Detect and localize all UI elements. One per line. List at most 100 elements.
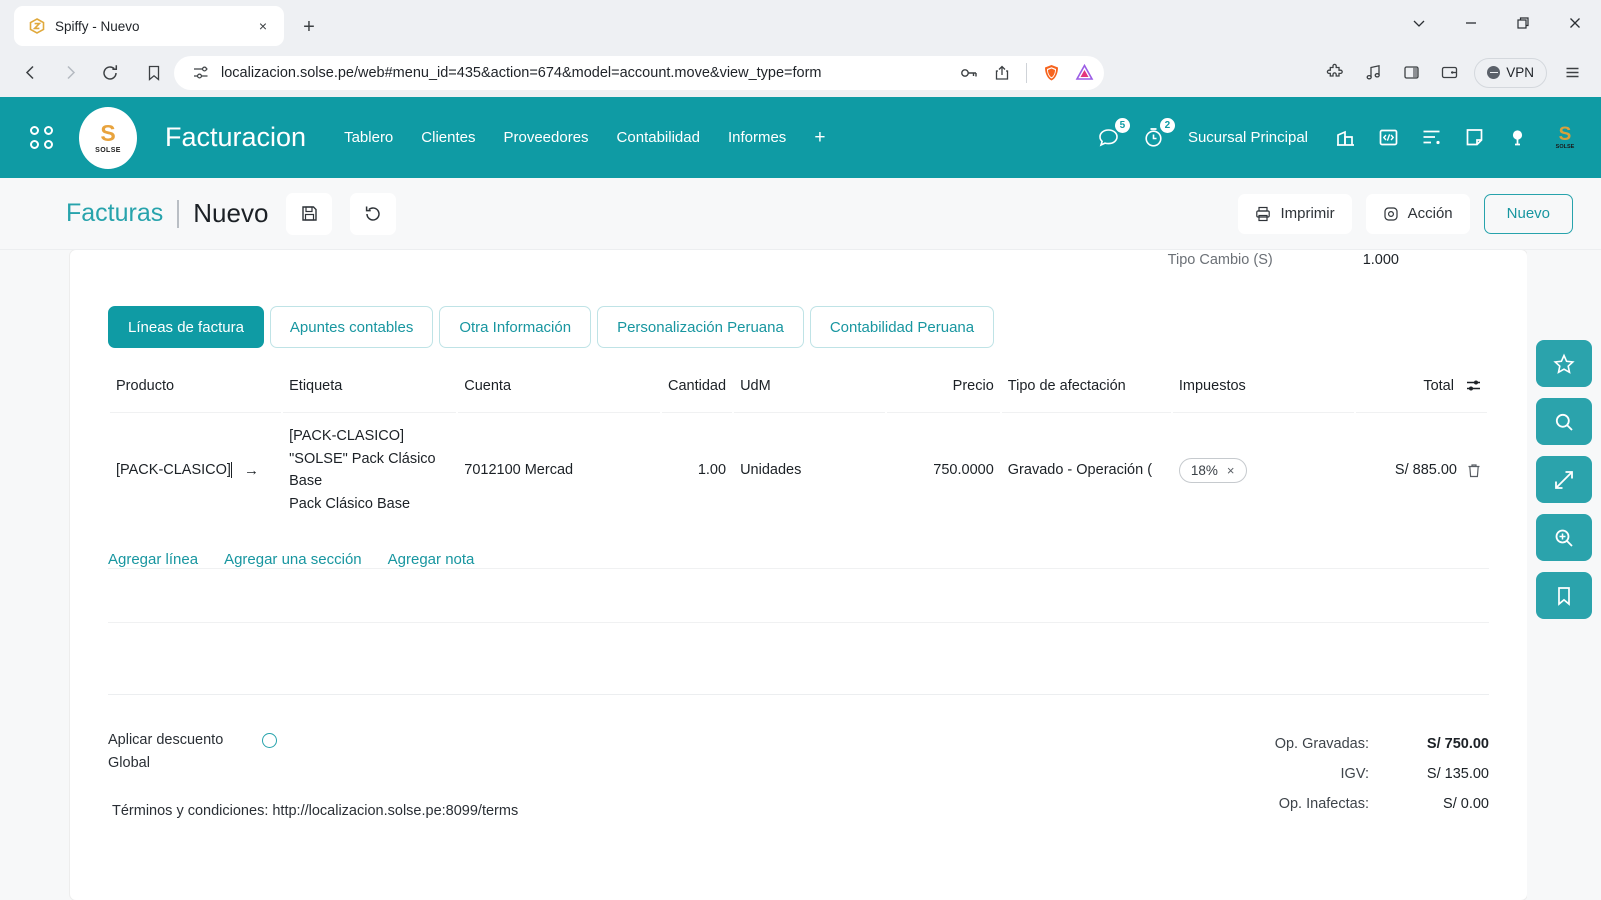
global-discount-toggle[interactable]	[262, 733, 277, 748]
cell-cuenta[interactable]: 7012100 Mercad	[458, 412, 659, 527]
search-icon[interactable]	[1536, 398, 1592, 445]
extensions-puzzle-icon[interactable]	[1318, 56, 1352, 90]
address-bar-url: localizacion.solse.pe/web#menu_id=435&ac…	[221, 65, 948, 81]
tax-tag[interactable]: 18% ×	[1179, 458, 1247, 483]
producto-value[interactable]: [PACK-CLASICO]	[116, 462, 232, 478]
tab-contabilidad-peruana[interactable]: Contabilidad Peruana	[810, 306, 994, 348]
expand-arrows-icon[interactable]	[1536, 456, 1592, 503]
save-button[interactable]	[286, 193, 332, 235]
new-tab-button[interactable]: +	[294, 12, 324, 42]
reload-icon[interactable]	[92, 55, 128, 91]
zoom-in-icon[interactable]	[1536, 514, 1592, 561]
total-row-inafectas: Op. Inafectas: S/ 0.00	[984, 789, 1489, 819]
menu-item-informes[interactable]: Informes	[728, 129, 786, 146]
add-line-button[interactable]: Agregar línea	[108, 551, 198, 568]
avatar[interactable]: S SOLSE	[1549, 121, 1581, 155]
hamburger-menu-icon[interactable]	[1555, 56, 1589, 90]
internal-link-arrow-icon[interactable]: →	[244, 462, 259, 479]
breadcrumb-parent[interactable]: Facturas	[66, 199, 163, 228]
header-tipo-afectacion[interactable]: Tipo de afectación	[1002, 378, 1171, 410]
note-icon[interactable]	[1463, 126, 1486, 149]
header-total[interactable]: Total	[1356, 378, 1487, 410]
menu-item-contabilidad[interactable]: Contabilidad	[617, 129, 700, 146]
company-selector[interactable]: Sucursal Principal	[1188, 129, 1308, 146]
add-section-button[interactable]: Agregar una sección	[224, 551, 362, 568]
sidebar-panel-icon[interactable]	[1394, 56, 1428, 90]
invoice-lines-table: Producto Etiqueta Cuenta Cantidad UdM Pr…	[108, 376, 1489, 529]
table-spacer-row-1	[108, 568, 1489, 622]
control-panel-actions: Imprimir Acción Nuevo	[1238, 194, 1573, 234]
cell-precio[interactable]: 750.0000	[887, 412, 1000, 527]
menu-more-button[interactable]: +	[814, 127, 825, 149]
brand-logo[interactable]: S SOLSE	[79, 107, 137, 169]
vpn-toggle[interactable]: VPN	[1474, 58, 1547, 88]
header-producto[interactable]: Producto	[110, 378, 281, 410]
close-icon[interactable]	[1549, 0, 1601, 46]
header-impuestos[interactable]: Impuestos	[1173, 378, 1354, 410]
table-row[interactable]: [PACK-CLASICO] → [PACK-CLASICO] "SOLSE" …	[110, 412, 1487, 527]
exchange-rate-value[interactable]: 1.000	[1363, 252, 1399, 268]
apps-grid-icon[interactable]	[30, 126, 53, 149]
discard-button[interactable]	[350, 193, 396, 235]
lightbulb-icon[interactable]	[1506, 126, 1529, 149]
clock-activity-icon[interactable]: 2	[1141, 125, 1166, 150]
header-precio[interactable]: Precio	[887, 378, 1000, 410]
code-window-icon[interactable]	[1377, 126, 1400, 149]
building-icon[interactable]	[1334, 126, 1357, 149]
odoo-navbar: S SOLSE Facturacion Tablero Clientes Pro…	[0, 97, 1601, 178]
leo-ai-icon[interactable]	[1072, 61, 1096, 85]
header-cantidad[interactable]: Cantidad	[662, 378, 733, 410]
bookmark-flag-icon[interactable]	[1536, 572, 1592, 619]
cell-cantidad[interactable]: 1.00	[662, 412, 733, 527]
navbar-right: 5 2 Sucursal Principal S SOLSE	[1096, 121, 1581, 155]
total-row-gravadas: Op. Gravadas: S/ 750.00	[984, 729, 1489, 759]
cell-tipo-afectacion[interactable]: Gravado - Operación (	[1002, 412, 1171, 527]
header-etiqueta[interactable]: Etiqueta	[283, 378, 456, 410]
tab-otra-informacion[interactable]: Otra Información	[439, 306, 591, 348]
close-icon[interactable]: ×	[252, 15, 274, 37]
cell-udm[interactable]: Unidades	[734, 412, 885, 527]
etiqueta-line-1: [PACK-CLASICO]	[289, 425, 450, 448]
maximize-icon[interactable]	[1497, 0, 1549, 46]
header-cuenta[interactable]: Cuenta	[458, 378, 659, 410]
tab-lineas-de-factura[interactable]: Líneas de factura	[108, 306, 264, 348]
tab-apuntes-contables[interactable]: Apuntes contables	[270, 306, 433, 348]
print-button[interactable]: Imprimir	[1238, 194, 1351, 234]
action-button[interactable]: Acción	[1366, 194, 1470, 234]
new-record-button[interactable]: Nuevo	[1484, 194, 1573, 234]
minimize-icon[interactable]	[1445, 0, 1497, 46]
chevron-down-icon[interactable]	[1393, 0, 1445, 46]
menu-item-tablero[interactable]: Tablero	[344, 129, 393, 146]
header-udm[interactable]: UdM	[734, 378, 885, 410]
avatar-mark: S	[1559, 125, 1572, 144]
password-key-icon[interactable]	[957, 61, 981, 85]
brave-shield-icon[interactable]	[1039, 61, 1063, 85]
tab-personalizacion-peruana[interactable]: Personalización Peruana	[597, 306, 804, 348]
menu-item-clientes[interactable]: Clientes	[421, 129, 475, 146]
add-note-button[interactable]: Agregar nota	[388, 551, 475, 568]
forward-arrow-icon[interactable]	[52, 55, 88, 91]
etiqueta-line-2: "SOLSE" Pack Clásico	[289, 448, 450, 471]
chat-bubble-icon[interactable]: 5	[1096, 125, 1121, 150]
tax-tag-remove-icon[interactable]: ×	[1227, 463, 1235, 478]
star-icon[interactable]	[1536, 340, 1592, 387]
global-discount-label-line2: Global	[108, 752, 244, 775]
menu-item-proveedores[interactable]: Proveedores	[503, 129, 588, 146]
wallet-icon[interactable]	[1432, 56, 1466, 90]
back-arrow-icon[interactable]	[12, 55, 48, 91]
music-note-icon[interactable]	[1356, 56, 1390, 90]
share-icon[interactable]	[990, 61, 1014, 85]
address-bar[interactable]: localizacion.solse.pe/web#menu_id=435&ac…	[174, 56, 1104, 90]
header-total-label: Total	[1423, 378, 1454, 394]
browser-tab[interactable]: Spiffy - Nuevo ×	[14, 6, 284, 46]
trash-icon[interactable]	[1467, 463, 1481, 478]
bookmark-icon[interactable]	[136, 55, 172, 91]
site-settings-icon[interactable]	[188, 61, 212, 85]
notebook-tabs: Líneas de factura Apuntes contables Otra…	[108, 306, 1489, 348]
column-options-icon[interactable]	[1466, 379, 1481, 392]
cell-etiqueta[interactable]: [PACK-CLASICO] "SOLSE" Pack Clásico Base…	[283, 412, 456, 527]
tasks-icon[interactable]	[1420, 126, 1443, 149]
terms-and-conditions[interactable]: Términos y condiciones: http://localizac…	[108, 803, 964, 819]
cell-producto[interactable]: [PACK-CLASICO] →	[110, 412, 281, 527]
cell-impuestos[interactable]: 18% ×	[1173, 412, 1354, 527]
